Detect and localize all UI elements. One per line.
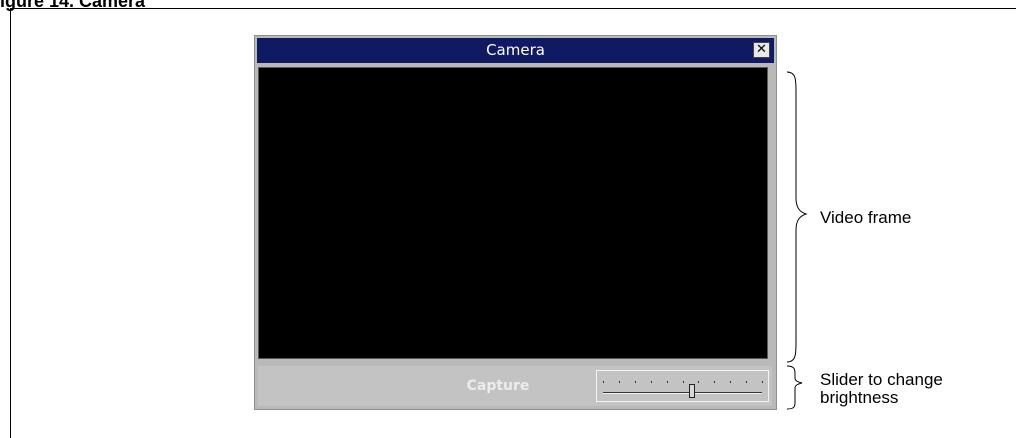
- slider-brace: [786, 365, 803, 410]
- slider-label-line2: brightness: [820, 388, 899, 407]
- video-frame-brace: [786, 71, 808, 363]
- slider-label-line1: Slider to change: [820, 370, 943, 389]
- video-frame-label: Video frame: [820, 208, 912, 227]
